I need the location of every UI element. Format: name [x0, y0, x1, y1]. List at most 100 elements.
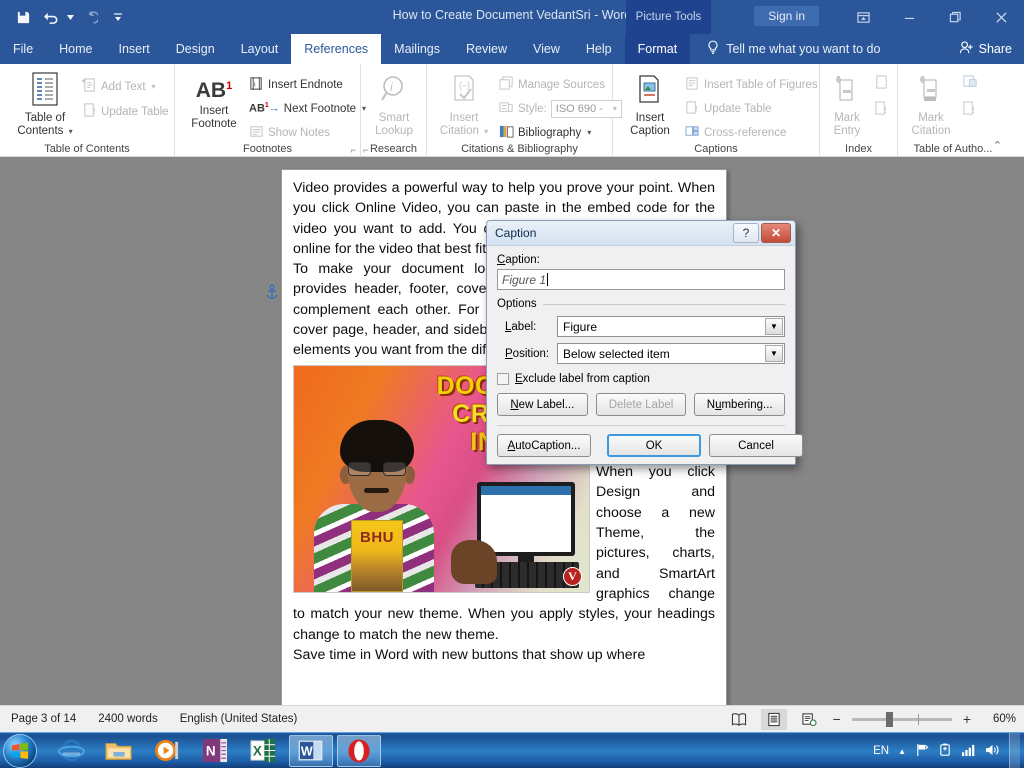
update-table-toc-button[interactable]: ! Update Table [82, 101, 169, 122]
citation-style-row[interactable]: Style: ISO 690 - ▾ [499, 98, 622, 119]
table-of-contents-button[interactable]: Table of Contents ▾ [14, 72, 76, 138]
insert-table-of-authorities-icon[interactable] [962, 74, 978, 94]
save-icon[interactable] [10, 4, 36, 30]
smart-lookup-button[interactable]: i Smart Lookup [364, 74, 424, 138]
cross-reference-button[interactable]: Cross-reference [685, 122, 818, 143]
new-label-button[interactable]: New Label... [497, 393, 588, 416]
battery-icon[interactable] [938, 743, 952, 760]
manage-sources-button[interactable]: Manage Sources [499, 74, 622, 95]
start-button[interactable] [3, 733, 37, 768]
network-signal-icon[interactable] [961, 743, 976, 760]
sign-in-button[interactable]: Sign in [754, 6, 819, 26]
ribbon-display-options-icon[interactable] [840, 0, 886, 34]
tab-help[interactable]: Help [573, 34, 625, 64]
bibliography-label: Bibliography [518, 126, 582, 139]
citation-style-combo[interactable]: ISO 690 - ▾ [550, 99, 622, 118]
show-notes-button[interactable]: Show Notes [249, 122, 366, 143]
update-index-icon[interactable]: ! [874, 100, 889, 120]
undo-icon[interactable] [38, 4, 64, 30]
restore-icon[interactable] [932, 0, 978, 34]
volume-icon[interactable] [985, 743, 1000, 760]
zoom-level[interactable]: 60% [982, 713, 1016, 725]
autocaption-button[interactable]: AutoCaption... [497, 434, 591, 457]
insert-footnote-button[interactable]: AB1 Insert Footnote [185, 74, 243, 131]
language-indicator[interactable]: English (United States) [169, 713, 309, 725]
citation-style-value: ISO 690 - [555, 102, 603, 115]
minimize-icon[interactable] [886, 0, 932, 34]
ok-button[interactable]: OK [607, 434, 701, 457]
tab-layout[interactable]: Layout [228, 34, 292, 64]
numbering-button[interactable]: Nu mbering... [694, 393, 786, 416]
show-hidden-icons-icon[interactable]: ▲ [898, 747, 906, 756]
mark-entry-button[interactable]: Mark Entry [824, 74, 870, 138]
taskbar-item-media-player[interactable] [145, 735, 189, 767]
collapse-ribbon-button[interactable]: ⌃ [993, 139, 1002, 152]
read-mode-button[interactable] [726, 709, 752, 730]
chevron-down-icon[interactable]: ▼ [765, 318, 783, 335]
insert-endnote-button[interactable]: i Insert Endnote [249, 74, 366, 95]
show-desktop-button[interactable] [1009, 733, 1020, 769]
insert-caption-button[interactable]: Insert Caption [621, 74, 679, 138]
add-text-button[interactable]: Add Text ▾ [82, 76, 169, 97]
research-dialog-launcher[interactable]: ⌐ [363, 145, 368, 155]
svg-text:N: N [206, 743, 216, 758]
action-center-flag-icon[interactable] [915, 743, 929, 760]
delete-label-button[interactable]: Delete Label [595, 393, 687, 416]
next-footnote-button[interactable]: AB1→ Next Footnote ▾ [249, 98, 366, 119]
insert-table-of-figures-button[interactable]: Insert Table of Figures [685, 74, 818, 95]
tab-review[interactable]: Review [453, 34, 520, 64]
exclude-label-checkbox[interactable] [497, 373, 509, 385]
label-combo[interactable]: Figure ▼ [557, 316, 785, 337]
word-count[interactable]: 2400 words [87, 713, 168, 725]
page-indicator[interactable]: Page 3 of 14 [0, 713, 87, 725]
insert-table-of-figures-icon [685, 76, 700, 94]
caption-input[interactable]: Figure 1 [497, 269, 785, 290]
tab-design[interactable]: Design [163, 34, 228, 64]
zoom-in-button[interactable]: + [961, 711, 973, 727]
web-layout-button[interactable] [796, 709, 822, 730]
caption-dialog[interactable]: Caption ? ✕ Caption: Figure 1 Options La… [486, 220, 803, 465]
update-table-figures-button[interactable]: ! Update Table [685, 98, 818, 119]
tell-me-box[interactable]: Tell me what you want to do [706, 34, 880, 64]
zoom-slider[interactable] [851, 711, 952, 727]
insert-citation-button[interactable]: (–) Insert Citation ▾ [435, 74, 493, 138]
tab-mailings[interactable]: Mailings [381, 34, 453, 64]
caption-dialog-titlebar[interactable]: Caption ? ✕ [487, 221, 795, 246]
redo-icon[interactable] [77, 4, 103, 30]
taskbar-item-onenote[interactable]: N [193, 735, 237, 767]
tab-file[interactable]: File [0, 34, 46, 64]
mark-citation-button[interactable]: Mark Citation [904, 74, 958, 138]
taskbar-item-opera[interactable] [337, 734, 381, 767]
help-icon[interactable]: ? [733, 223, 759, 243]
tab-references[interactable]: References [291, 34, 382, 64]
group-title-citations: Citations & Bibliography [461, 143, 578, 155]
position-combo[interactable]: Below selected item ▼ [557, 343, 785, 364]
update-table-of-authorities-icon[interactable]: ! [962, 100, 978, 120]
taskbar-item-file-explorer[interactable] [97, 735, 141, 767]
customize-qat-icon[interactable] [105, 4, 131, 30]
cancel-button[interactable]: Cancel [709, 434, 803, 457]
svg-text:W: W [301, 744, 313, 758]
chevron-down-icon[interactable]: ▼ [765, 345, 783, 362]
taskbar-item-word[interactable]: W [289, 734, 333, 767]
tab-view[interactable]: View [520, 34, 573, 64]
footnotes-dialog-launcher[interactable]: ⌐ [351, 145, 356, 155]
taskbar-item-excel[interactable]: X [241, 735, 285, 767]
zoom-out-button[interactable]: − [831, 711, 843, 727]
tray-language[interactable]: EN [873, 745, 889, 757]
tab-insert[interactable]: Insert [106, 34, 163, 64]
close-icon[interactable] [978, 0, 1024, 34]
share-button[interactable]: Share [959, 34, 1012, 64]
exclude-label-row[interactable]: Exclude label from caption [497, 373, 785, 385]
bibliography-button[interactable]: Bibliography ▾ [499, 122, 622, 143]
tab-format[interactable]: Format [624, 34, 691, 64]
undo-dropdown-icon[interactable] [66, 4, 75, 30]
tab-home[interactable]: Home [46, 34, 105, 64]
close-icon[interactable]: ✕ [761, 223, 791, 243]
print-layout-button[interactable] [760, 708, 787, 730]
zoom-slider-thumb[interactable] [885, 711, 893, 727]
taskbar-item-internet-explorer[interactable] [49, 735, 93, 767]
taskbar-items: N X W [49, 734, 381, 767]
insert-index-icon[interactable] [874, 74, 889, 94]
ribbon-group-table-of-authorities: Mark Citation ! Table of Autho... ⌃ [898, 64, 1008, 157]
